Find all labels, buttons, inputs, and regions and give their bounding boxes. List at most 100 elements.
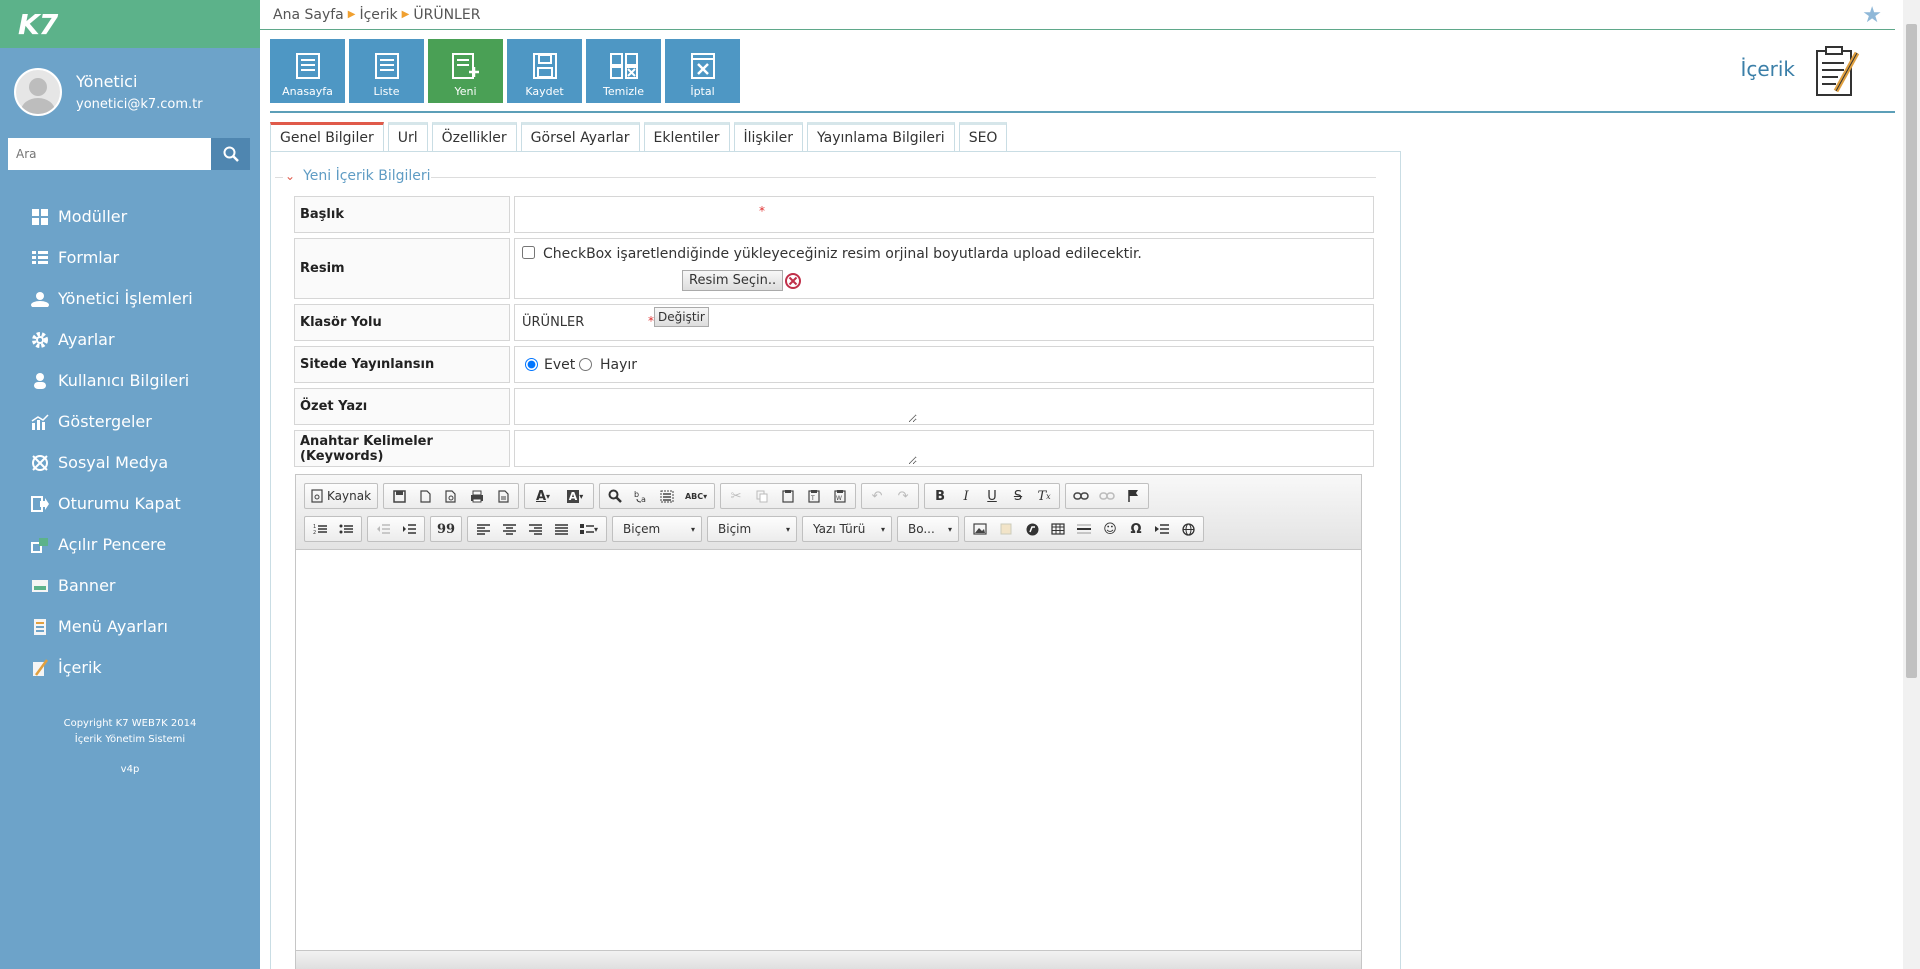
size-dropdown[interactable]: Bo... ▾: [897, 516, 959, 542]
print-icon[interactable]: [464, 485, 490, 507]
title-field[interactable]: *: [514, 196, 1374, 233]
preview-icon[interactable]: [438, 485, 464, 507]
title-input[interactable]: [517, 199, 757, 230]
sidebar-nav: Modüller Formlar Yönetici İşlemleri Ayar…: [0, 196, 260, 688]
sidebar-item-settings[interactable]: Ayarlar: [0, 319, 260, 360]
font-dropdown[interactable]: Yazı Türü ▾: [802, 516, 892, 542]
original-size-checkbox[interactable]: [522, 246, 535, 259]
unlink-icon[interactable]: [1094, 485, 1120, 507]
copy-icon[interactable]: [749, 485, 775, 507]
outdent-icon[interactable]: [370, 518, 396, 540]
favorite-star-icon[interactable]: ★: [1862, 3, 1882, 28]
select-all-icon[interactable]: [654, 485, 680, 507]
templates-icon[interactable]: [490, 485, 516, 507]
blockquote-icon[interactable]: 99: [433, 518, 459, 540]
page-scrollbar[interactable]: [1903, 0, 1920, 969]
text-color-icon[interactable]: A ▾: [527, 485, 559, 507]
home-button[interactable]: Anasayfa: [270, 39, 345, 103]
horizontal-rule-icon[interactable]: [1071, 518, 1097, 540]
paste-word-icon[interactable]: W: [827, 485, 853, 507]
tab-general[interactable]: Genel Bilgiler: [270, 122, 384, 151]
folder-label: Klasör Yolu: [294, 304, 510, 341]
search-input[interactable]: [8, 138, 211, 170]
publish-no-radio[interactable]: [579, 358, 592, 371]
tab-properties[interactable]: Özellikler: [431, 122, 517, 151]
image-icon[interactable]: [967, 518, 993, 540]
sidebar-item-logout[interactable]: Oturumu Kapat: [0, 483, 260, 524]
tab-publishing[interactable]: Yayınlama Bilgileri: [806, 122, 955, 151]
tab-seo[interactable]: SEO: [958, 122, 1008, 151]
save-button[interactable]: Kaydet: [507, 39, 582, 103]
paste-text-icon[interactable]: T: [801, 485, 827, 507]
sidebar-item-banner[interactable]: Banner: [0, 565, 260, 606]
format-dropdown[interactable]: Biçim ▾: [707, 516, 797, 542]
clear-button[interactable]: Temizle: [586, 39, 661, 103]
publish-yes-radio[interactable]: [525, 358, 538, 371]
table-icon[interactable]: [1045, 518, 1071, 540]
align-right-icon[interactable]: [522, 518, 548, 540]
spellcheck-icon[interactable]: ABC ▾: [680, 485, 712, 507]
align-justify-icon[interactable]: [548, 518, 574, 540]
change-folder-button[interactable]: Değiştir: [654, 307, 709, 327]
summary-textarea[interactable]: [517, 390, 917, 423]
cancel-button[interactable]: İptal: [665, 39, 740, 103]
align-center-icon[interactable]: [496, 518, 522, 540]
tab-visual-settings[interactable]: Görsel Ayarlar: [520, 122, 640, 151]
search-button[interactable]: [211, 138, 250, 170]
italic-icon[interactable]: I: [953, 485, 979, 507]
bulleted-list-icon[interactable]: [333, 518, 359, 540]
page-break-icon[interactable]: [1149, 518, 1175, 540]
keywords-textarea[interactable]: [517, 432, 917, 465]
bidi-list-icon[interactable]: ▾: [574, 518, 604, 540]
breadcrumb-home[interactable]: Ana Sayfa: [273, 7, 344, 23]
anchor-flag-icon[interactable]: [1120, 485, 1146, 507]
new-page-icon[interactable]: [412, 485, 438, 507]
special-char-icon[interactable]: Ω: [1123, 518, 1149, 540]
list-button[interactable]: Liste: [349, 39, 424, 103]
underline-icon[interactable]: U: [979, 485, 1005, 507]
smiley-icon[interactable]: ☺: [1097, 518, 1123, 540]
numbered-list-icon[interactable]: 12: [307, 518, 333, 540]
remove-image-icon[interactable]: [784, 272, 802, 290]
breadcrumb-content[interactable]: İçerik: [359, 7, 397, 23]
sidebar-item-social[interactable]: Sosyal Medya: [0, 442, 260, 483]
source-button[interactable]: Kaynak: [307, 485, 375, 507]
select-image-button[interactable]: Resim Seçin..: [682, 270, 784, 291]
editor-content-area[interactable]: [296, 550, 1361, 950]
cut-icon[interactable]: ✂: [723, 485, 749, 507]
remove-format-icon[interactable]: Tx: [1031, 485, 1057, 507]
editor-resize-bar[interactable]: [296, 950, 1361, 969]
paste-icon[interactable]: [775, 485, 801, 507]
replace-icon[interactable]: ba: [628, 485, 654, 507]
tab-url[interactable]: Url: [387, 122, 428, 151]
new-button[interactable]: Yeni: [428, 39, 503, 103]
flash-icon[interactable]: [993, 518, 1019, 540]
link-icon[interactable]: [1068, 485, 1094, 507]
logo[interactable]: K7: [18, 8, 58, 41]
sidebar-item-popup[interactable]: Açılır Pencere: [0, 524, 260, 565]
align-left-icon[interactable]: [470, 518, 496, 540]
editor-toolbar-row-1: Kaynak A ▾ A ▾ b a ABC ▾ ✂ T W ↶ ↷ B I U…: [304, 483, 1150, 509]
sidebar-item-indicators[interactable]: Göstergeler: [0, 401, 260, 442]
html5-icon[interactable]: [1019, 518, 1045, 540]
indent-icon[interactable]: [396, 518, 422, 540]
fieldset-legend[interactable]: ⌄ Yeni İçerik Bilgileri: [285, 168, 431, 184]
bg-color-icon[interactable]: A ▾: [559, 485, 591, 507]
strikethrough-icon[interactable]: S: [1005, 485, 1031, 507]
scrollbar-thumb[interactable]: [1906, 24, 1917, 678]
sidebar-item-modules[interactable]: Modüller: [0, 196, 260, 237]
save-doc-icon[interactable]: [386, 485, 412, 507]
sidebar-item-menu-settings[interactable]: Menü Ayarları: [0, 606, 260, 647]
tab-plugins[interactable]: Eklentiler: [643, 122, 730, 151]
sidebar-item-forms[interactable]: Formlar: [0, 237, 260, 278]
iframe-globe-icon[interactable]: [1175, 518, 1201, 540]
undo-icon[interactable]: ↶: [864, 485, 890, 507]
style-dropdown[interactable]: Biçem ▾: [612, 516, 702, 542]
tab-relations[interactable]: İlişkiler: [733, 122, 803, 151]
sidebar-item-admin[interactable]: Yönetici İşlemleri: [0, 278, 260, 319]
sidebar-item-user-info[interactable]: Kullanıcı Bilgileri: [0, 360, 260, 401]
sidebar-item-content[interactable]: İçerik: [0, 647, 260, 688]
find-icon[interactable]: [602, 485, 628, 507]
bold-icon[interactable]: B: [927, 485, 953, 507]
redo-icon[interactable]: ↷: [890, 485, 916, 507]
